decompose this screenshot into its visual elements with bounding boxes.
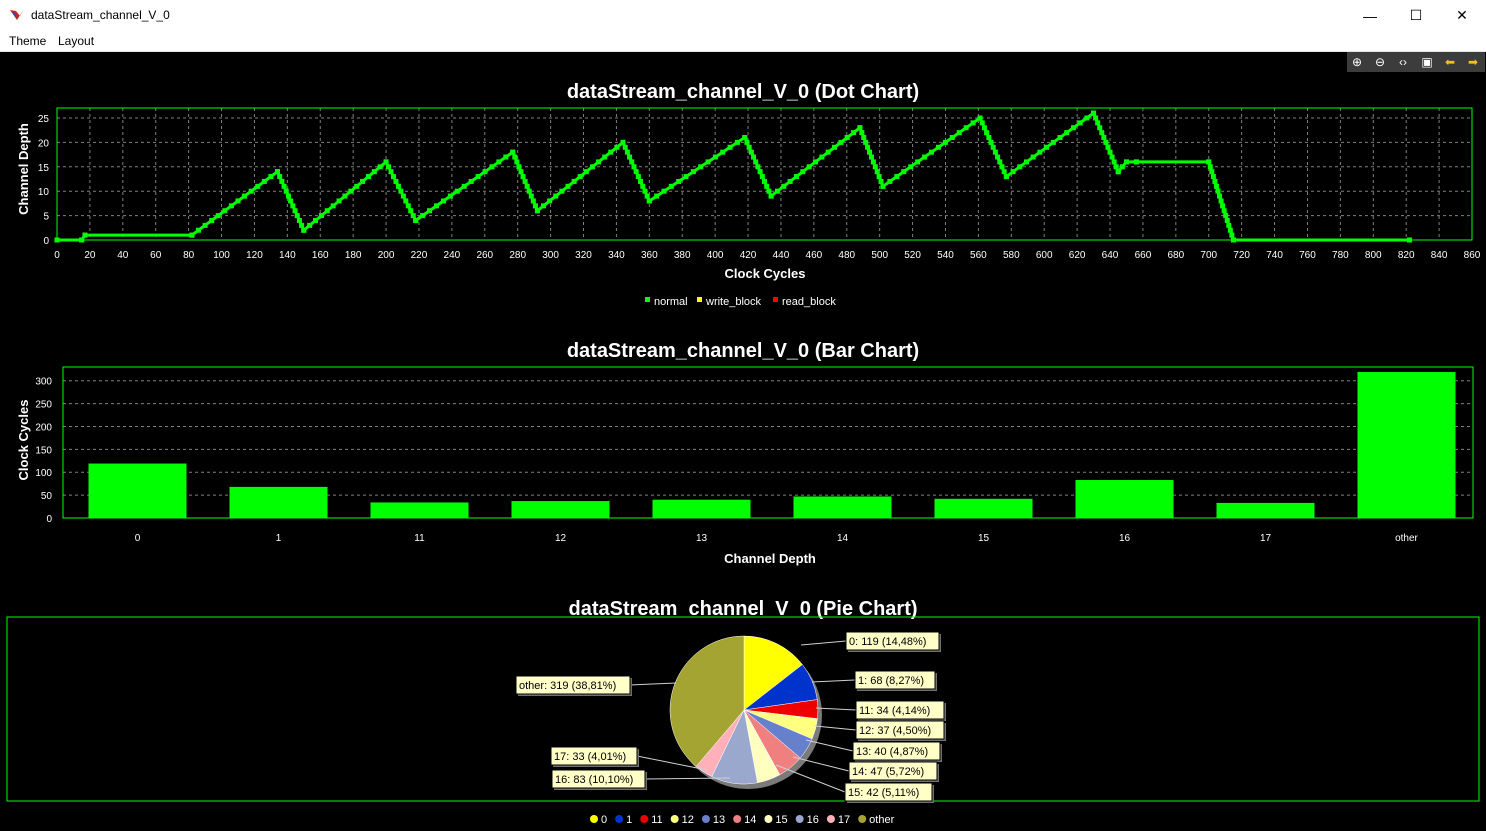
- minimize-button[interactable]: —: [1347, 0, 1393, 31]
- chart-toolbar: ⊕ ⊖ ‹› ▣ ⬅ ➡: [1347, 52, 1485, 72]
- window-titlebar: dataStream_channel_V_0 — ☐ ✕: [0, 0, 1486, 31]
- zoom-out-icon[interactable]: ⊖: [1372, 54, 1388, 70]
- close-button[interactable]: ✕: [1439, 0, 1485, 31]
- zoom-in-icon[interactable]: ⊕: [1349, 54, 1365, 70]
- window-title: dataStream_channel_V_0: [31, 8, 170, 22]
- menu-bar: Theme Layout: [0, 31, 1486, 52]
- fit-icon[interactable]: ‹›: [1395, 54, 1411, 70]
- minimize-icon: —: [1363, 7, 1377, 24]
- back-arrow-icon[interactable]: ⬅: [1442, 54, 1458, 70]
- forward-arrow-icon[interactable]: ➡: [1465, 54, 1481, 70]
- chart-area: [0, 52, 1486, 831]
- close-icon: ✕: [1456, 7, 1468, 23]
- maximize-button[interactable]: ☐: [1393, 0, 1439, 31]
- app-icon: [10, 9, 24, 20]
- reset-icon[interactable]: ▣: [1419, 54, 1435, 70]
- menu-theme[interactable]: Theme: [9, 34, 46, 48]
- maximize-icon: ☐: [1409, 7, 1423, 23]
- menu-layout[interactable]: Layout: [58, 34, 94, 48]
